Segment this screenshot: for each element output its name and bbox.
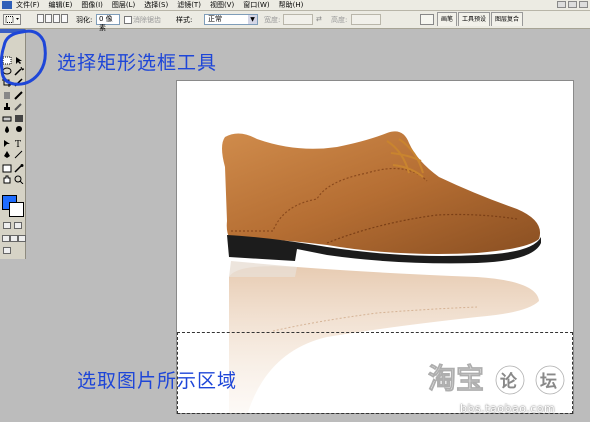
clone-stamp-tool-icon[interactable] [2,102,12,111]
dodge-tool-icon[interactable] [14,125,24,134]
close-button[interactable] [579,1,588,8]
subtract-selection-button[interactable] [53,14,60,23]
menu-window[interactable]: 窗口(W) [243,0,269,10]
selection-mode-buttons [37,14,68,23]
standard-screen-mode-icon[interactable] [2,235,10,242]
menu-help[interactable]: 帮助(H) [279,0,304,10]
feather-input[interactable]: 0 像素 [96,14,120,32]
full-screen-mode-icon[interactable] [18,235,26,242]
hand-tool-icon[interactable] [2,175,12,184]
minimize-button[interactable] [557,1,566,8]
style-value: 正常 [208,15,222,23]
height-input[interactable] [351,14,381,25]
tab-brushes[interactable]: 画笔 [437,12,458,26]
menu-edit[interactable]: 编辑(E) [49,0,73,10]
blur-tool-icon[interactable] [2,125,12,134]
options-bar: 羽化: 0 像素 消除锯齿 样式: 正常 ▼ 宽度: ⇄ 高度: 画笔 工具预设… [0,11,590,32]
tool-preset-picker[interactable] [3,14,21,25]
window-controls [557,1,588,8]
intersect-selection-button[interactable] [61,14,68,23]
watermark-url: bbs.taobao.com [460,402,556,415]
width-input[interactable] [283,14,313,25]
svg-text:论: 论 [500,371,518,392]
history-brush-tool-icon[interactable] [14,102,24,111]
svg-text:淘宝: 淘宝 [428,362,484,395]
style-dropdown[interactable]: 正常 ▼ [204,14,258,25]
eyedropper-tool-icon[interactable] [14,164,24,173]
marquee-icon [5,16,19,23]
width-label: 宽度: [264,16,281,24]
menu-bar: 文件(F) 编辑(E) 图像(I) 图层(L) 选择(S) 滤镜(T) 视图(V… [0,0,590,11]
background-color-swatch[interactable] [9,202,24,217]
tab-layer-comps[interactable]: 图层复合 [491,12,524,26]
antialias-label: 消除锯齿 [133,16,161,24]
palette-well-icon[interactable] [420,14,434,25]
add-selection-button[interactable] [45,14,52,23]
svg-text:T: T [15,140,21,148]
notes-tool-icon[interactable] [2,164,12,173]
feather-label: 羽化: [76,16,93,24]
menu-file[interactable]: 文件(F) [16,0,40,10]
swap-dimensions-icon[interactable]: ⇄ [316,15,322,23]
menu-filter[interactable]: 滤镜(T) [177,0,201,10]
annotation-select-area: 选取图片所示区域 [77,370,238,392]
type-tool-icon[interactable]: T [14,139,24,148]
annotation-select-tool: 选择矩形选框工具 [57,52,218,74]
taobao-bbs-logo: 淘宝 论 坛 [428,362,565,395]
palette-well-tabs: 画笔 工具预设 图层复合 [437,12,524,26]
app-icon [2,1,12,9]
new-selection-button[interactable] [37,14,44,23]
svg-text:坛: 坛 [540,372,557,392]
antialias-checkbox[interactable] [124,16,132,24]
menu-image[interactable]: 图像(I) [81,0,103,10]
zoom-tool-icon[interactable] [14,175,24,184]
menu-layer[interactable]: 图层(L) [112,0,135,10]
eraser-tool-icon[interactable] [2,114,12,123]
tool-highlight-scribble [0,29,47,86]
standard-mode-icon[interactable] [3,222,11,229]
restore-button[interactable] [568,1,577,8]
tab-tool-presets[interactable]: 工具预设 [458,12,491,26]
height-label: 高度: [331,16,348,24]
quick-mask-mode-icon[interactable] [14,222,22,229]
edit-in-imageready-icon[interactable] [3,247,11,254]
full-screen-menu-mode-icon[interactable] [10,235,18,242]
chevron-down-icon: ▼ [248,15,257,24]
style-label: 样式: [176,16,193,24]
pen-tool-icon[interactable] [2,150,12,159]
gradient-tool-icon[interactable] [14,114,24,123]
shape-tool-icon[interactable] [14,150,24,159]
path-selection-tool-icon[interactable] [2,139,12,148]
menu-select[interactable]: 选择(S) [144,0,168,10]
menu-view[interactable]: 视图(V) [210,0,234,10]
